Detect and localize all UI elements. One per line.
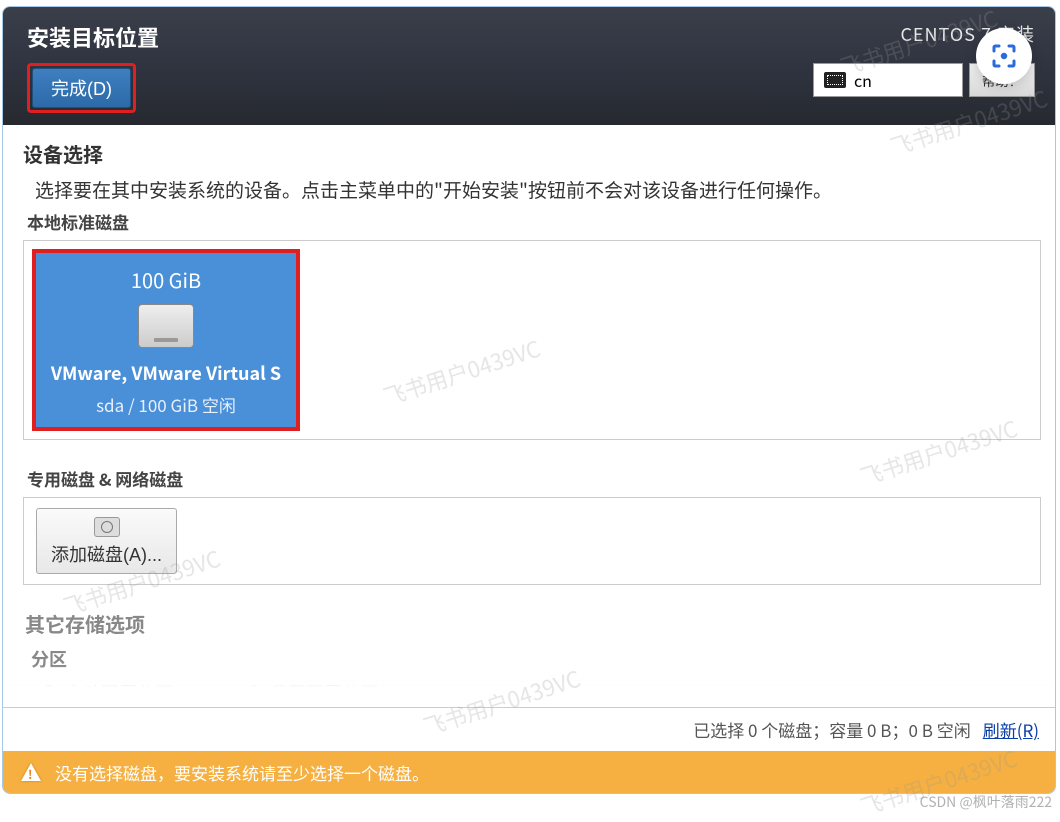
disk-size: 100 GiB	[44, 265, 288, 294]
manual-partition-text: 我要配置分区(I)。	[270, 680, 413, 687]
status-summary: 已选择 0 个磁盘；容量 0 B；0 B 空闲	[693, 717, 971, 742]
storage-options-heading: 其它存储选项	[25, 609, 1041, 638]
add-disk-button[interactable]: 添加磁盘(A)...	[36, 508, 177, 574]
csdn-attribution: CSDN @枫叶落雨222	[920, 792, 1052, 812]
disk-card[interactable]: 100 GiB VMware, VMware Virtual S sda / 1…	[36, 253, 296, 427]
special-disks-label: 专用磁盘 & 网络磁盘	[27, 466, 1041, 491]
hdd-icon	[138, 304, 194, 348]
focus-icon	[989, 41, 1019, 71]
keyboard-layout-selector[interactable]: cn	[813, 63, 963, 97]
disk-detail: sda / 100 GiB 空闲	[44, 392, 288, 417]
content-area: 设备选择 选择要在其中安装系统的设备。点击主菜单中的"开始安装"按钮前不会对该设…	[3, 125, 1055, 687]
keyboard-layout-code: cn	[854, 68, 872, 92]
keyboard-icon	[824, 72, 846, 88]
topbar-left: 安装目标位置 完成(D)	[27, 21, 159, 125]
warning-icon	[21, 763, 41, 781]
page-title: 安装目标位置	[27, 21, 159, 53]
auto-partition-text: 自动配置分区(U)。	[65, 680, 216, 687]
warning-text: 没有选择磁盘，要安装系统请至少选择一个磁盘。	[55, 760, 429, 785]
disk-model: VMware, VMware Virtual S	[44, 360, 288, 386]
status-bar: 已选择 0 个磁盘；容量 0 B；0 B 空闲 刷新(R)	[3, 707, 1055, 751]
partition-label: 分区	[31, 646, 1041, 672]
device-selection-description: 选择要在其中安装系统的设备。点击主菜单中的"开始安装"按钮前不会对该设备进行任何…	[35, 176, 1041, 203]
add-disk-label: 添加磁盘(A)...	[51, 541, 162, 567]
done-button[interactable]: 完成(D)	[32, 68, 131, 108]
disk-card-highlight: 100 GiB VMware, VMware Virtual S sda / 1…	[32, 249, 300, 431]
warning-bar: 没有选择磁盘，要安装系统请至少选择一个磁盘。	[3, 751, 1055, 793]
top-bar: 安装目标位置 完成(D) CENTOS 7 安装 cn 帮助！	[3, 7, 1055, 125]
device-selection-heading: 设备选择	[23, 139, 1041, 168]
special-disks-container: 添加磁盘(A)...	[23, 497, 1041, 585]
installer-window: 安装目标位置 完成(D) CENTOS 7 安装 cn 帮助！ 设备选择 选择要…	[2, 6, 1056, 794]
auto-partition-radio[interactable]	[41, 685, 57, 687]
local-disks-container: 100 GiB VMware, VMware Virtual S sda / 1…	[23, 240, 1041, 440]
local-disks-label: 本地标准磁盘	[27, 209, 1041, 234]
refresh-link[interactable]: 刷新(R)	[983, 717, 1039, 742]
manual-partition-radio[interactable]	[246, 685, 262, 687]
manual-partition-option[interactable]: 我要配置分区(I)。	[246, 680, 413, 687]
focus-badge	[976, 28, 1032, 84]
partition-radio-group: 自动配置分区(U)。 我要配置分区(I)。	[23, 680, 1041, 687]
auto-partition-option[interactable]: 自动配置分区(U)。	[41, 680, 216, 687]
network-disk-icon	[94, 517, 120, 537]
done-button-highlight: 完成(D)	[27, 63, 136, 113]
